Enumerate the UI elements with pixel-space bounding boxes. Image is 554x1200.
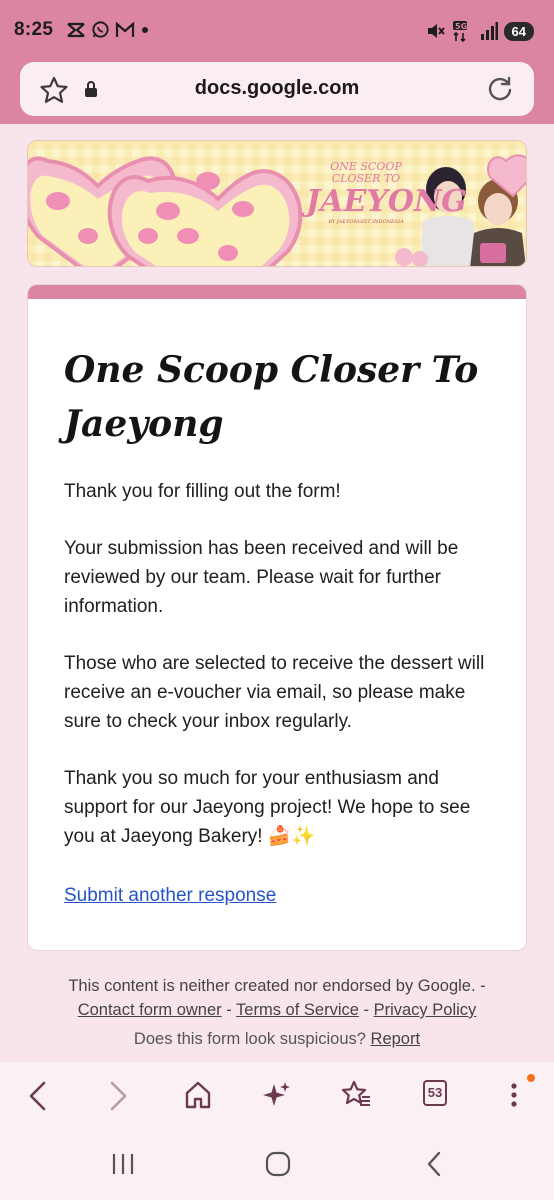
form-header-banner: ONE SCOOP CLOSER TO JAEYONG BY JAEYONGIS… — [27, 140, 527, 267]
mute-icon — [427, 24, 445, 38]
status-time: 8:25 — [14, 19, 54, 40]
submit-another-response-link[interactable]: Submit another response — [64, 885, 276, 907]
message-paragraph: Thank you for filling out the form! — [64, 481, 341, 502]
notification-icons — [66, 20, 150, 39]
confirmation-message: Thank you for filling out the form! Your… — [64, 477, 504, 879]
back-icon[interactable] — [26, 1080, 50, 1112]
message-paragraph: Those who are selected to receive the de… — [64, 653, 485, 732]
home-icon[interactable] — [184, 1080, 212, 1110]
gmail-icon — [115, 21, 135, 37]
form-title: One Scoop Closer To Jaeyong — [64, 349, 479, 445]
capcut-icon — [67, 22, 85, 37]
card-accent-bar — [28, 285, 526, 299]
tab-manager-button[interactable]: 53 — [423, 1080, 447, 1106]
suspicious-text: Does this form look suspicious? — [133, 1030, 366, 1048]
report-link[interactable]: Report — [371, 1030, 421, 1048]
signal-icon — [480, 22, 498, 40]
back-nav-icon[interactable] — [425, 1151, 443, 1177]
browser-header: docs.google.com — [0, 62, 554, 124]
more-menu-icon[interactable] — [508, 1080, 520, 1110]
forward-icon[interactable] — [106, 1080, 130, 1112]
confirmation-card: One Scoop Closer To Jaeyong Thank you fo… — [27, 284, 527, 951]
home-nav-icon[interactable] — [265, 1151, 291, 1177]
footer-separator: - — [221, 1001, 237, 1019]
privacy-policy-link[interactable]: Privacy Policy — [374, 1001, 477, 1019]
recent-apps-icon[interactable] — [111, 1152, 135, 1176]
battery-icon: 64 — [503, 21, 534, 41]
system-navigation-bar — [0, 1130, 554, 1200]
footer-separator: - — [358, 1001, 374, 1019]
bookmarks-icon[interactable] — [340, 1080, 372, 1110]
svg-text:5G: 5G — [455, 22, 467, 31]
whatsapp-icon — [92, 21, 109, 38]
reload-icon[interactable] — [486, 75, 514, 103]
message-paragraph: Thank you so much for your enthusiasm an… — [64, 768, 471, 847]
address-bar[interactable]: docs.google.com — [20, 62, 534, 116]
update-dot-icon — [527, 1074, 535, 1082]
banner-credit: BY JAEYONGIST INDONESIA — [328, 219, 404, 225]
browser-toolbar: 53 — [0, 1062, 554, 1130]
message-paragraph: Your submission has been received and wi… — [64, 538, 459, 617]
suspicious-form-notice: Does this form look suspicious? Report — [0, 1030, 554, 1049]
dot-icon — [142, 26, 148, 33]
url-text[interactable]: docs.google.com — [20, 77, 534, 100]
status-bar: 8:25 5G 64 — [0, 0, 554, 62]
5g-data-icon: 5G — [452, 21, 467, 42]
terms-of-service-link[interactable]: Terms of Service — [236, 1001, 359, 1019]
banner-logo: ONE SCOOP CLOSER TO JAEYONG BY JAEYONGIS… — [306, 161, 467, 226]
system-icons: 5G 64 — [426, 20, 534, 42]
footer-links: Contact form owner - Terms of Service - … — [0, 998, 554, 1022]
footer-disclaimer: This content is neither created nor endo… — [0, 974, 554, 1022]
ai-sparkle-icon[interactable] — [262, 1080, 292, 1110]
contact-form-owner-link[interactable]: Contact form owner — [78, 1001, 222, 1019]
disclaimer-text: This content is neither created nor endo… — [68, 977, 486, 995]
banner-title-big: JAEYONG — [306, 184, 467, 219]
